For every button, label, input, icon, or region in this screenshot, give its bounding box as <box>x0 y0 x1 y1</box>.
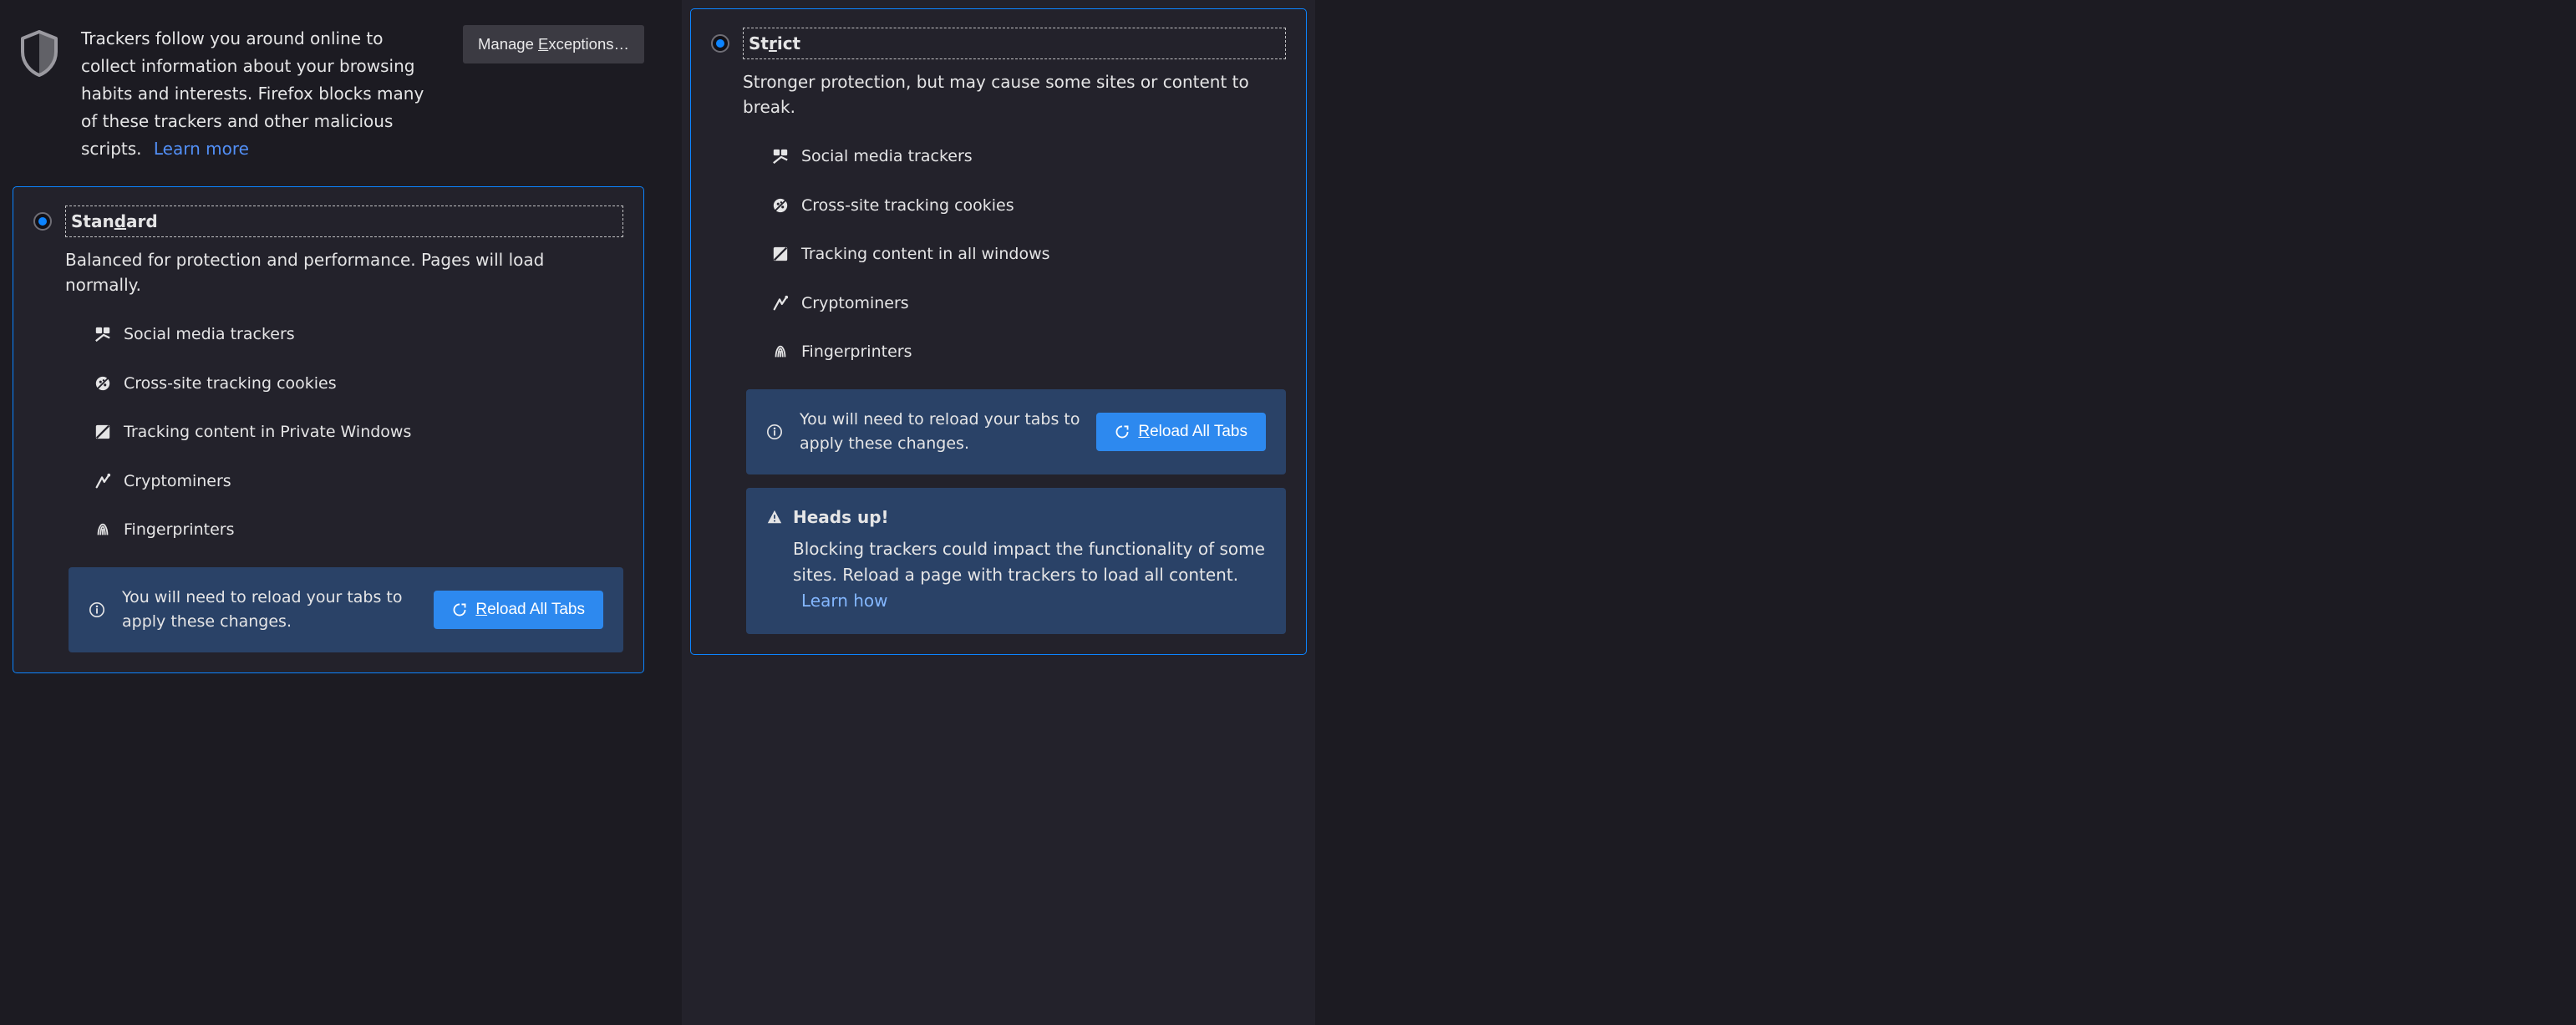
social-trackers-icon <box>771 147 790 165</box>
option-card-strict[interactable]: Strict Stronger protection, but may caus… <box>690 8 1307 655</box>
tracker-label: Fingerprinters <box>801 340 912 364</box>
tracker-item: Cryptominers <box>94 469 623 494</box>
tracker-item: Cross-site tracking cookies <box>771 194 1286 218</box>
learn-more-link[interactable]: Learn more <box>154 139 249 159</box>
tracker-label: Tracking content in all windows <box>801 242 1050 266</box>
info-icon <box>766 424 785 440</box>
tracker-list-strict: Social media trackers Cross-site trackin… <box>771 145 1286 364</box>
tracker-item: Cross-site tracking cookies <box>94 372 623 396</box>
notice-text: You will need to reload your tabs to app… <box>800 408 1081 457</box>
tracker-label: Cross-site tracking cookies <box>801 194 1014 218</box>
option-card-standard[interactable]: Standard Balanced for protection and per… <box>13 186 644 673</box>
tracker-item: Fingerprinters <box>771 340 1286 364</box>
tracker-label: Cross-site tracking cookies <box>124 372 337 396</box>
cookie-icon <box>94 374 112 393</box>
tracking-content-icon <box>94 423 112 441</box>
tracker-item: Cryptominers <box>771 292 1286 316</box>
tracker-label: Cryptominers <box>801 292 909 316</box>
reload-notice: You will need to reload your tabs to app… <box>746 389 1286 475</box>
reload-icon <box>1115 424 1130 439</box>
tracker-list-standard: Social media trackers Cross-site trackin… <box>94 322 623 542</box>
content-blocking-panel-strict: Strict Stronger protection, but may caus… <box>682 0 1315 1025</box>
cryptominer-icon <box>771 294 790 312</box>
option-desc-standard: Balanced for protection and performance.… <box>65 247 623 297</box>
reload-icon <box>452 602 467 617</box>
tracker-item: Tracking content in Private Windows <box>94 420 623 444</box>
learn-how-link[interactable]: Learn how <box>801 591 888 611</box>
info-icon <box>89 601 107 618</box>
cookie-icon <box>771 196 790 215</box>
tracker-label: Social media trackers <box>124 322 295 347</box>
tracker-label: Fingerprinters <box>124 518 234 542</box>
tracker-item: Tracking content in all windows <box>771 242 1286 266</box>
tracker-label: Tracking content in Private Windows <box>124 420 411 444</box>
option-title-strict: Strict <box>743 28 1286 59</box>
warning-icon <box>766 509 783 525</box>
heads-up-box: Heads up! Blocking trackers could impact… <box>746 488 1286 634</box>
radio-standard[interactable] <box>33 212 52 231</box>
reload-notice: You will need to reload your tabs to app… <box>69 567 623 653</box>
heads-up-body: Blocking trackers could impact the funct… <box>793 536 1266 614</box>
intro-block: Trackers follow you around online to col… <box>13 25 644 163</box>
notice-text: You will need to reload your tabs to app… <box>122 586 419 635</box>
radio-strict[interactable] <box>711 34 729 53</box>
intro-text: Trackers follow you around online to col… <box>81 25 434 163</box>
fingerprinter-icon <box>771 343 790 361</box>
option-desc-strict: Stronger protection, but may cause some … <box>743 69 1286 119</box>
tracker-label: Cryptominers <box>124 469 231 494</box>
tracker-item: Social media trackers <box>94 322 623 347</box>
tracker-item: Fingerprinters <box>94 518 623 542</box>
reload-all-tabs-button[interactable]: Reload All Tabs <box>1096 413 1266 451</box>
heads-up-title: Heads up! <box>793 505 889 530</box>
fingerprinter-icon <box>94 520 112 539</box>
tracking-content-icon <box>771 245 790 263</box>
cryptominer-icon <box>94 472 112 490</box>
reload-all-tabs-button[interactable]: Reload All Tabs <box>434 591 603 629</box>
tracker-item: Social media trackers <box>771 145 1286 169</box>
social-trackers-icon <box>94 325 112 343</box>
option-title-standard: Standard <box>65 206 623 237</box>
manage-exceptions-button[interactable]: Manage Exceptions… <box>463 25 644 63</box>
shield-icon <box>18 28 61 79</box>
content-blocking-panel-standard: Trackers follow you around online to col… <box>0 0 657 1025</box>
tracker-label: Social media trackers <box>801 145 973 169</box>
